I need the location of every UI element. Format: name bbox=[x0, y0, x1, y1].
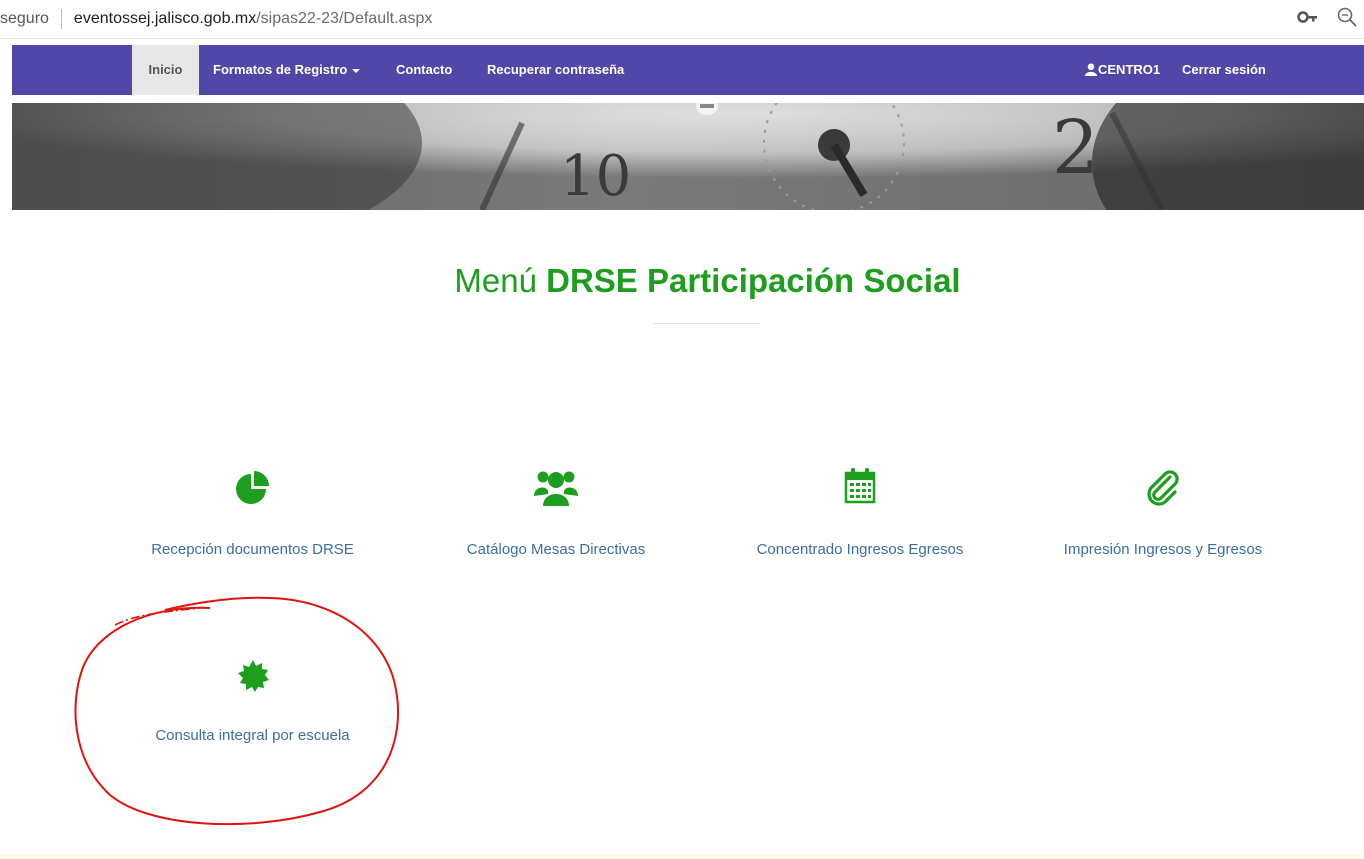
users-icon bbox=[437, 466, 675, 513]
nav-recuperar-contrasena[interactable]: Recuperar contraseña bbox=[487, 45, 624, 95]
nav-user-label: CENTRO1 bbox=[1098, 62, 1161, 77]
nav-formatos-dropdown[interactable]: Formatos de Registro bbox=[213, 45, 361, 95]
menu-item-impresion[interactable]: Impresión Ingresos y Egresos bbox=[1038, 468, 1288, 558]
menu-item-label: Impresión Ingresos y Egresos bbox=[1063, 541, 1263, 558]
hero-banner: 10 2 bbox=[12, 103, 1364, 210]
chevron-down-icon bbox=[352, 68, 361, 73]
menu-item-catalogo[interactable]: Catálogo Mesas Directivas bbox=[437, 466, 675, 558]
main-navbar: Inicio Formatos de Registro Contacto Rec… bbox=[12, 45, 1364, 95]
nav-user[interactable]: CENTRO1 bbox=[1085, 45, 1160, 95]
url-path: /sipas22-23/Default.aspx bbox=[256, 10, 433, 27]
clock-image: 10 2 bbox=[12, 103, 1364, 210]
page-title: Menú DRSE Participación Social bbox=[0, 262, 1364, 300]
page-title-light: Menú bbox=[454, 262, 537, 299]
menu-item-label: Consulta integral por escuela bbox=[155, 727, 350, 744]
page-bottom-strip bbox=[0, 855, 1364, 859]
url-text[interactable]: eventossej.jalisco.gob.mx/sipas22-23/Def… bbox=[74, 10, 432, 28]
nav-inicio[interactable]: Inicio bbox=[132, 45, 199, 95]
menu-item-label: Concentrado Ingresos Egresos bbox=[756, 541, 964, 558]
browser-address-bar[interactable]: seguro eventossej.jalisco.gob.mx/sipas22… bbox=[0, 0, 1364, 39]
address-bar-actions bbox=[1296, 6, 1358, 28]
calendar-icon bbox=[730, 466, 990, 513]
url-host: eventossej.jalisco.gob.mx bbox=[73, 10, 257, 27]
pie-chart-icon bbox=[130, 470, 375, 513]
menu-item-consulta[interactable]: Consulta integral por escuela bbox=[130, 658, 375, 744]
svg-text:2: 2 bbox=[1052, 105, 1099, 191]
paperclip-icon bbox=[1038, 468, 1288, 513]
svg-text:10: 10 bbox=[560, 144, 631, 209]
security-indicator[interactable]: seguro bbox=[0, 10, 49, 28]
key-icon[interactable] bbox=[1296, 6, 1318, 28]
nav-cerrar-sesion[interactable]: Cerrar sesión bbox=[1182, 45, 1266, 95]
nav-formatos-label: Formatos de Registro bbox=[213, 62, 348, 77]
menu-item-label: Catálogo Mesas Directivas bbox=[466, 541, 646, 558]
title-divider bbox=[653, 323, 760, 324]
page-title-bold: DRSE Participación Social bbox=[546, 262, 961, 299]
address-divider bbox=[60, 9, 62, 29]
user-icon bbox=[1085, 47, 1097, 97]
certificate-icon bbox=[130, 658, 375, 699]
menu-item-label: Recepción documentos DRSE bbox=[151, 541, 354, 558]
zoom-icon[interactable] bbox=[1336, 6, 1358, 28]
menu-item-recepcion[interactable]: Recepción documentos DRSE bbox=[130, 470, 375, 558]
nav-contacto[interactable]: Contacto bbox=[396, 45, 452, 95]
menu-item-concentrado[interactable]: Concentrado Ingresos Egresos bbox=[730, 466, 990, 558]
